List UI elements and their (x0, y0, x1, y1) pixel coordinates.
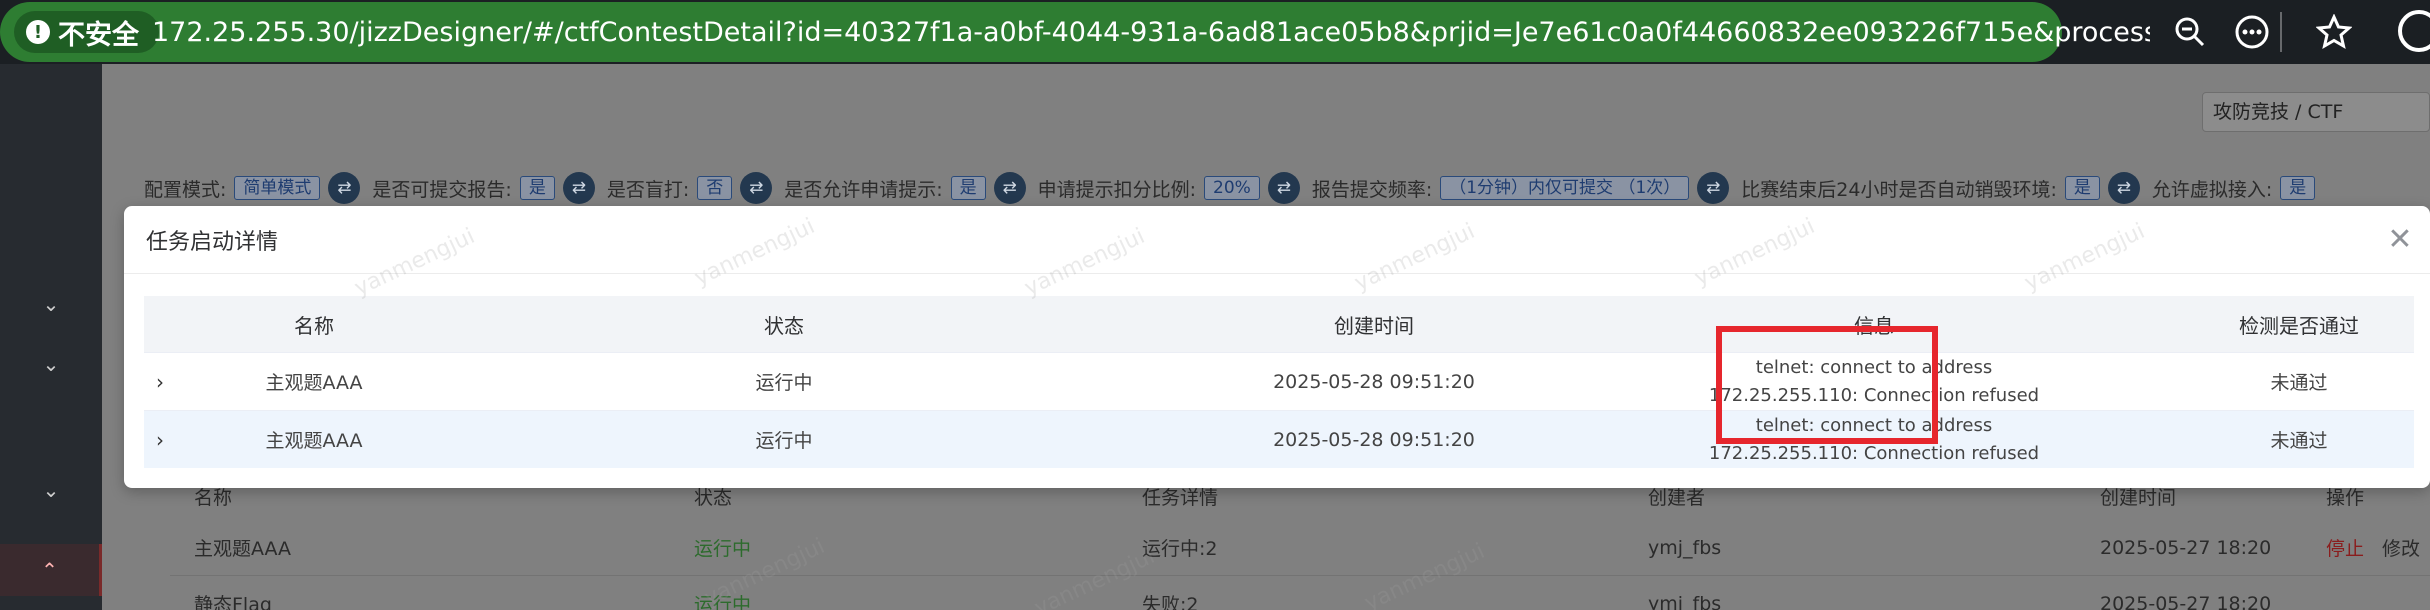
task-name: 主观题AAA (265, 430, 363, 452)
config-report: 是否可提交报告: 是 ⇄ (372, 172, 595, 204)
task-start-detail-dialog: 任务启动详情 ✕ 名称 状态 创建时间 信息 检测是否通过 › 主观题AAA 运… (124, 206, 2430, 488)
swap-icon[interactable]: ⇄ (740, 172, 773, 204)
sidebar: ⌄ ⌄ ⌄ ⌃ (0, 64, 102, 610)
row-status: 运行中 (694, 538, 752, 560)
browser-toolbar: ! 不安全 172.25.255.30/jizzDesigner/#/ctfCo… (0, 0, 2430, 64)
table-row[interactable]: › 主观题AAA 运行中 2025-05-28 09:51:20 telnet:… (144, 352, 2414, 410)
config-label: 允许虚拟接入: (2151, 178, 2273, 201)
highlight-annotation (1716, 326, 1938, 444)
sidebar-expand-icon[interactable]: ⌄ (0, 278, 102, 330)
config-label: 是否盲打: (606, 178, 690, 201)
column-header-created: 创建时间 (1334, 313, 1414, 338)
row-time: 2025-05-27 18:20 (2100, 592, 2272, 610)
row-time: 2025-05-27 18:20 (2100, 536, 2272, 559)
swap-icon[interactable]: ⇄ (1697, 172, 1730, 204)
row-name: 主观题AAA (194, 538, 292, 560)
table-row[interactable]: › 主观题AAA 运行中 2025-05-28 09:51:20 telnet:… (144, 410, 2414, 468)
config-blind: 是否盲打: 否 ⇄ (606, 172, 773, 204)
config-tag: 是 (519, 176, 555, 200)
config-tag: 20% (1204, 176, 1260, 200)
edit-button[interactable]: 修改 (2382, 534, 2420, 561)
swap-icon[interactable]: ⇄ (1267, 172, 1300, 204)
task-created-time: 2025-05-28 09:51:20 (1273, 370, 1475, 393)
config-auto-destroy: 比赛结束后24小时是否自动销毁环境: 是 ⇄ (1741, 172, 2140, 204)
url-text[interactable]: 172.25.255.30/jizzDesigner/#/ctfContestD… (152, 16, 2150, 50)
dialog-header: 任务启动详情 ✕ (124, 206, 2430, 274)
config-report-frequency: 报告提交频率: （1分钟）内仅可提交 （1次） ⇄ (1311, 172, 1730, 204)
sidebar-collapse-icon[interactable]: ⌃ (0, 544, 102, 596)
swap-icon[interactable]: ⇄ (562, 172, 595, 204)
row-name: 静态Flag (194, 594, 272, 610)
more-options-icon[interactable] (2234, 14, 2270, 50)
sidebar-expand-icon[interactable]: ⌄ (0, 464, 102, 516)
bookmark-star-icon[interactable] (2315, 13, 2353, 50)
task-name: 主观题AAA (265, 372, 363, 394)
config-tag: 简单模式 (234, 176, 321, 200)
config-label: 是否可提交报告: (372, 178, 512, 201)
config-hint-penalty: 申请提示扣分比例: 20% ⇄ (1038, 172, 1300, 204)
sidebar-expand-icon[interactable]: ⌄ (0, 338, 102, 390)
task-check-result: 未通过 (2270, 372, 2328, 394)
security-label: 不安全 (58, 19, 139, 51)
config-label: 申请提示扣分比例: (1037, 178, 1197, 201)
column-header-name: 名称 (294, 313, 334, 338)
zoom-out-icon[interactable] (2172, 14, 2208, 50)
config-virtual-access: 允许虚拟接入: 是 (2152, 175, 2323, 202)
column-header-status: 状态 (764, 313, 804, 338)
close-icon[interactable]: ✕ (2384, 224, 2416, 256)
toolbar-divider (2280, 12, 2282, 52)
table-header: 名称 状态 创建时间 信息 检测是否通过 (144, 296, 2414, 352)
row-detail[interactable]: 运行中:2 (1142, 534, 1218, 561)
table-row: 主观题AAA 运行中 运行中:2 ymj_fbs 2025-05-27 18:2… (170, 520, 2430, 576)
config-label: 比赛结束后24小时是否自动销毁环境: (1741, 178, 2057, 201)
table-row: 静态Flag 运行中 失败:2 ymj_fbs 2025-05-27 18:20 (170, 576, 2430, 610)
column-header-check: 检测是否通过 (2239, 313, 2359, 338)
config-label: 配置模式: (144, 178, 227, 201)
config-tag: 是 (950, 176, 986, 200)
breadcrumb[interactable]: 攻防竞技 / CTF (2202, 92, 2430, 132)
address-bar[interactable]: ! 不安全 172.25.255.30/jizzDesigner/#/ctfCo… (0, 2, 2150, 62)
security-indicator[interactable]: ! 不安全 (14, 11, 159, 53)
swap-icon[interactable]: ⇄ (328, 172, 361, 204)
config-bar: 配置模式: 简单模式 ⇄ 是否可提交报告: 是 ⇄ 是否盲打: 否 ⇄ 是否允许… (144, 166, 2430, 210)
task-check-result: 未通过 (2270, 430, 2328, 452)
config-tag: （1分钟）内仅可提交 （1次） (1440, 176, 1690, 200)
stop-button[interactable]: 停止 (2326, 534, 2364, 561)
config-hint: 是否允许申请提示: 是 ⇄ (784, 172, 1026, 204)
warning-icon: ! (26, 20, 50, 44)
dialog-title: 任务启动详情 (146, 230, 279, 255)
row-status: 运行中 (694, 594, 752, 610)
task-status: 运行中 (755, 372, 813, 394)
config-label: 报告提交频率: (1311, 178, 1433, 201)
row-creator: ymj_fbs (1648, 536, 1722, 559)
task-created-time: 2025-05-28 09:51:20 (1273, 428, 1475, 451)
task-status: 运行中 (755, 430, 813, 452)
row-detail[interactable]: 失败:2 (1142, 590, 1199, 610)
config-label: 是否允许申请提示: (784, 178, 943, 201)
config-tag: 是 (2064, 176, 2100, 200)
swap-icon[interactable]: ⇄ (993, 172, 1026, 204)
config-tag: 是 (2280, 176, 2316, 200)
config-tag: 否 (697, 176, 733, 200)
config-mode: 配置模式: 简单模式 ⇄ (144, 172, 361, 204)
extensions-icon[interactable] (2398, 10, 2430, 52)
row-creator: ymj_fbs (1648, 592, 1722, 610)
swap-icon[interactable]: ⇄ (2107, 172, 2140, 204)
